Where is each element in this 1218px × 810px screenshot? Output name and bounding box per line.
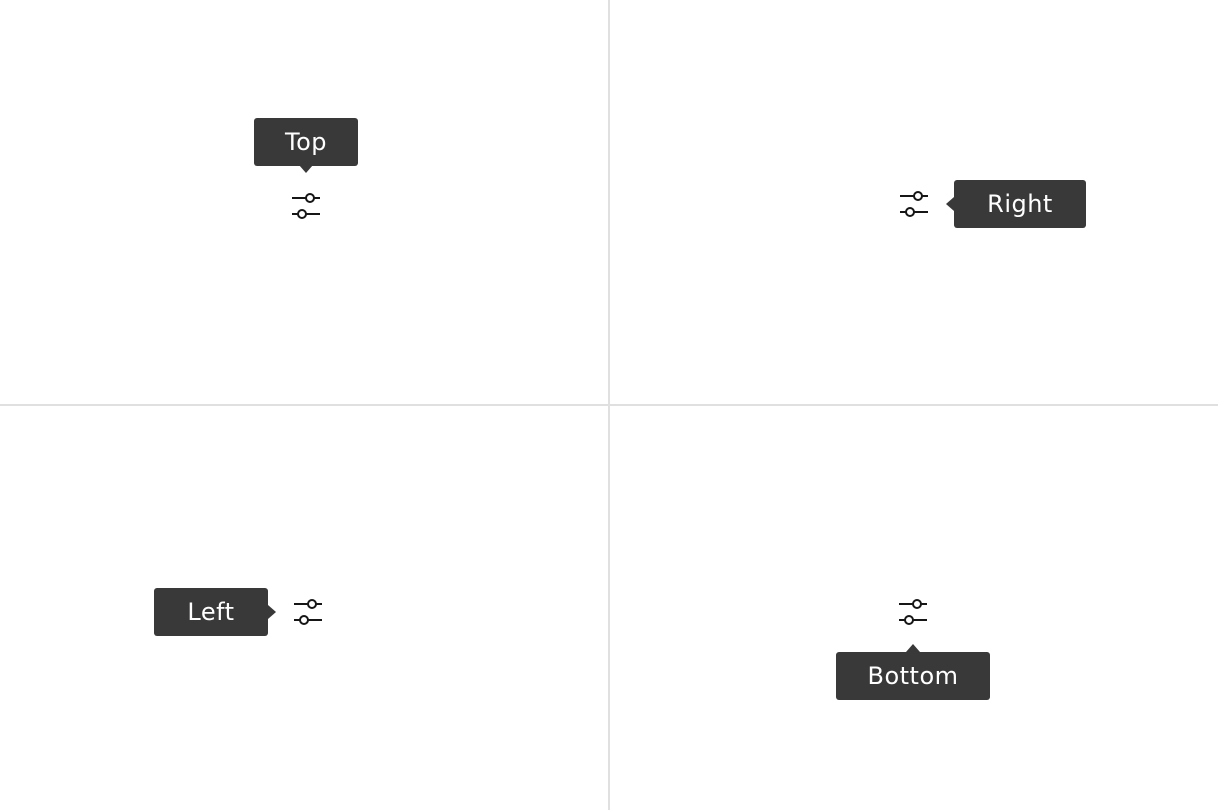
tooltip-bottom-caret bbox=[906, 644, 920, 652]
settings-adjust-button-top[interactable] bbox=[290, 190, 322, 222]
settings-adjust-icon bbox=[292, 596, 324, 628]
tooltip-bottom-label: Bottom bbox=[867, 662, 959, 690]
tooltip-right: Right bbox=[954, 180, 1086, 228]
tooltip-left-label: Left bbox=[187, 598, 235, 626]
settings-adjust-icon bbox=[290, 190, 322, 222]
tooltip-top-caret bbox=[299, 165, 313, 173]
tooltip-left-caret bbox=[268, 605, 276, 619]
tooltip-right-label: Right bbox=[987, 190, 1053, 218]
settings-adjust-button-right[interactable] bbox=[898, 188, 930, 220]
tooltip-demo-canvas: Top Right Left Bottom bbox=[0, 0, 1218, 810]
tooltip-bottom: Bottom bbox=[836, 652, 990, 700]
settings-adjust-button-bottom[interactable] bbox=[897, 596, 929, 628]
tooltip-left: Left bbox=[154, 588, 268, 636]
tooltip-top-label: Top bbox=[285, 128, 327, 156]
settings-adjust-button-left[interactable] bbox=[292, 596, 324, 628]
tooltip-top: Top bbox=[254, 118, 358, 166]
tooltip-right-caret bbox=[946, 197, 954, 211]
settings-adjust-icon bbox=[897, 596, 929, 628]
horizontal-divider bbox=[0, 404, 1218, 406]
settings-adjust-icon bbox=[898, 188, 930, 220]
